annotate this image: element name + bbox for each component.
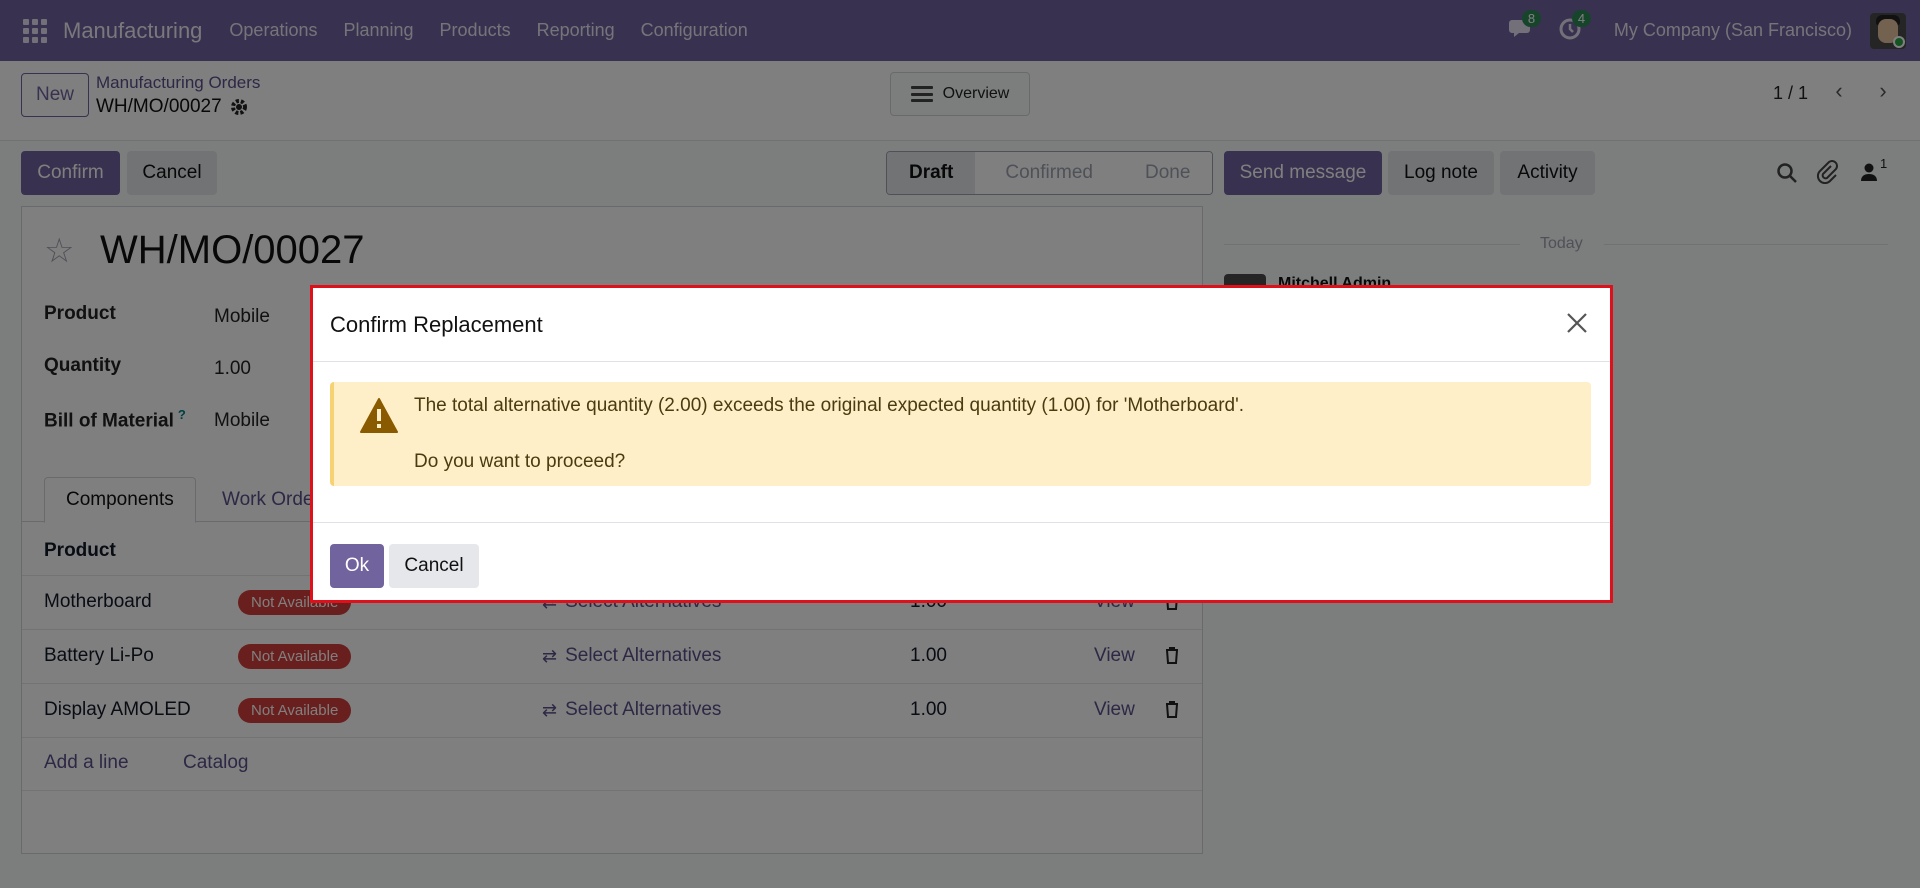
warning-icon — [360, 398, 398, 433]
confirm-replacement-dialog: Confirm Replacement The total alternativ… — [310, 285, 1613, 603]
modal-title: Confirm Replacement — [330, 312, 543, 337]
warning-alert: The total alternative quantity (2.00) ex… — [330, 382, 1591, 486]
proceed-question: Do you want to proceed? — [414, 451, 626, 472]
ok-button[interactable]: Ok — [330, 544, 384, 588]
close-icon[interactable] — [1564, 310, 1590, 336]
warning-message: The total alternative quantity (2.00) ex… — [414, 395, 1245, 416]
modal-footer: Ok Cancel — [313, 522, 1610, 606]
modal-header: Confirm Replacement — [313, 288, 1610, 362]
cancel-button[interactable]: Cancel — [389, 544, 479, 588]
